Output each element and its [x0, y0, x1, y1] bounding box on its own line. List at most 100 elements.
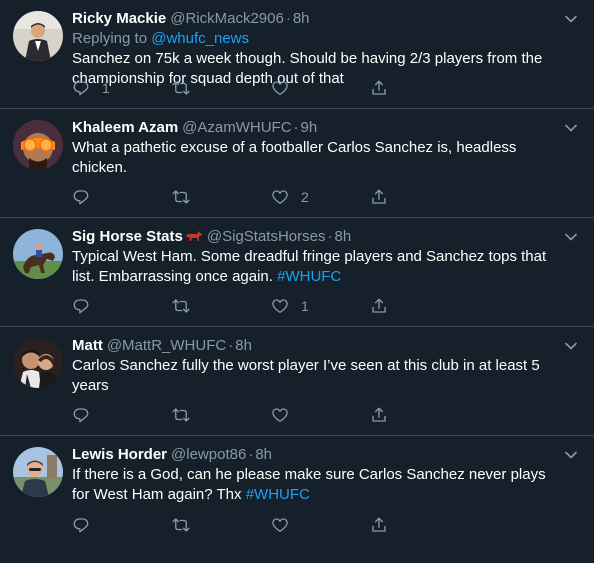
user-handle[interactable]: @AzamWHUFC	[182, 119, 291, 136]
tweet[interactable]: Sig Horse Stats @SigStatsHorses · 8h Typica…	[0, 218, 594, 327]
tweet[interactable]: Matt @MattR_WHUFC · 8h Carlos Sanchez fully…	[0, 327, 594, 436]
like-icon	[271, 79, 289, 97]
share-button[interactable]	[370, 515, 388, 535]
share-button[interactable]	[370, 78, 388, 98]
timestamp[interactable]: 8h	[235, 337, 252, 354]
like-button[interactable]	[271, 515, 301, 535]
like-button[interactable]: 1	[271, 296, 309, 316]
reply-button[interactable]	[72, 296, 102, 316]
retweet-icon	[172, 79, 190, 97]
tweet[interactable]: Khaleem Azam @AzamWHUFC · 9h What a patheti…	[0, 109, 594, 218]
reply-button[interactable]	[72, 187, 102, 207]
timestamp[interactable]: 8h	[334, 228, 351, 245]
like-icon	[271, 516, 289, 534]
timestamp[interactable]: 9h	[301, 119, 318, 136]
share-icon	[370, 406, 388, 424]
like-count: 2	[301, 189, 309, 205]
reply-button[interactable]	[72, 405, 102, 425]
share-button[interactable]	[370, 405, 388, 425]
avatar[interactable]	[13, 120, 63, 170]
display-name[interactable]: Ricky Mackie	[72, 10, 166, 27]
separator-dot: ·	[327, 228, 333, 245]
user-handle[interactable]: @RickMack2906	[170, 10, 284, 27]
avatar[interactable]	[13, 338, 63, 388]
reply-icon	[72, 516, 90, 534]
tweet-actions	[72, 515, 402, 535]
display-name[interactable]: Matt	[72, 337, 103, 354]
separator-dot: ·	[293, 119, 299, 136]
replying-to-label: Replying to	[72, 30, 152, 47]
avatar[interactable]	[13, 11, 63, 61]
share-icon	[370, 516, 388, 534]
like-button[interactable]: 2	[271, 187, 309, 207]
tweet-actions: 1	[72, 78, 402, 98]
tweet-body: Carlos Sanchez fully the worst player I’…	[72, 357, 544, 394]
tweet-text: If there is a God, can he please make su…	[72, 465, 554, 505]
chevron-down-icon[interactable]	[564, 448, 578, 462]
tweet-text: Carlos Sanchez fully the worst player I’…	[72, 356, 554, 396]
tweet-body: What a pathetic excuse of a footballer C…	[72, 139, 521, 176]
chevron-down-icon[interactable]	[564, 339, 578, 353]
tweet-text: Typical West Ham. Some dreadful fringe p…	[72, 247, 554, 287]
retweet-icon	[172, 188, 190, 206]
tweet-header: Matt @MattR_WHUFC · 8h	[72, 336, 554, 356]
reply-button[interactable]	[72, 515, 102, 535]
avatar[interactable]	[13, 447, 63, 497]
retweet-button[interactable]	[172, 515, 202, 535]
display-name[interactable]: Khaleem Azam	[72, 119, 178, 136]
tweet-actions	[72, 405, 402, 425]
like-button[interactable]	[271, 78, 301, 98]
tweet-header: Sig Horse Stats @SigStatsHorses · 8h	[72, 227, 554, 247]
timestamp[interactable]: 8h	[293, 10, 310, 27]
separator-dot: ·	[248, 446, 254, 463]
retweet-button[interactable]	[172, 187, 202, 207]
share-button[interactable]	[370, 296, 388, 316]
tweet-body: If there is a God, can he please make su…	[72, 466, 550, 503]
reply-icon	[72, 79, 90, 97]
timestamp[interactable]: 8h	[255, 446, 272, 463]
display-name[interactable]: Sig Horse Stats	[72, 228, 183, 245]
tweet-header: Lewis Horder @lewpot86 · 8h	[72, 445, 554, 465]
display-name[interactable]: Lewis Horder	[72, 446, 167, 463]
separator-dot: ·	[228, 337, 234, 354]
separator-dot: ·	[285, 10, 291, 27]
hashtag-link[interactable]: #WHUFC	[277, 268, 341, 285]
reply-icon	[72, 406, 90, 424]
like-button[interactable]	[271, 405, 301, 425]
tweet[interactable]: Lewis Horder @lewpot86 · 8h If there is a G…	[0, 436, 594, 545]
reply-icon	[72, 297, 90, 315]
reply-button[interactable]: 1	[72, 78, 110, 98]
retweet-icon	[172, 297, 190, 315]
user-handle[interactable]: @MattR_WHUFC	[107, 337, 226, 354]
retweet-button[interactable]	[172, 405, 202, 425]
tweet-text: What a pathetic excuse of a footballer C…	[72, 138, 554, 178]
retweet-button[interactable]	[172, 296, 202, 316]
like-icon	[271, 297, 289, 315]
replying-to: Replying to @whufc_news	[72, 29, 554, 49]
hashtag-link[interactable]: #WHUFC	[246, 486, 310, 503]
tweet-header: Ricky Mackie @RickMack2906 · 8h	[72, 9, 554, 29]
reply-icon	[72, 188, 90, 206]
chevron-down-icon[interactable]	[564, 230, 578, 244]
user-handle[interactable]: @lewpot86	[171, 446, 246, 463]
like-icon	[271, 406, 289, 424]
share-button[interactable]	[370, 187, 388, 207]
mention-link[interactable]: @whufc_news	[151, 30, 249, 47]
retweet-icon	[172, 406, 190, 424]
tweet-header: Khaleem Azam @AzamWHUFC · 9h	[72, 118, 554, 138]
chevron-down-icon[interactable]	[564, 121, 578, 135]
tweet[interactable]: Ricky Mackie @RickMack2906 · 8h Replying to…	[0, 0, 594, 109]
avatar[interactable]	[13, 229, 63, 279]
user-handle[interactable]: @SigStatsHorses	[207, 228, 326, 245]
horse-emoji-icon	[185, 231, 202, 241]
retweet-icon	[172, 516, 190, 534]
share-icon	[370, 297, 388, 315]
retweet-button[interactable]	[172, 78, 202, 98]
like-count: 1	[301, 298, 309, 314]
reply-count: 1	[102, 80, 110, 96]
share-icon	[370, 79, 388, 97]
tweet-actions: 2	[72, 187, 402, 207]
chevron-down-icon[interactable]	[564, 12, 578, 26]
tweet-feed: Ricky Mackie @RickMack2906 · 8h Replying to…	[0, 0, 594, 563]
tweet-actions: 1	[72, 296, 402, 316]
